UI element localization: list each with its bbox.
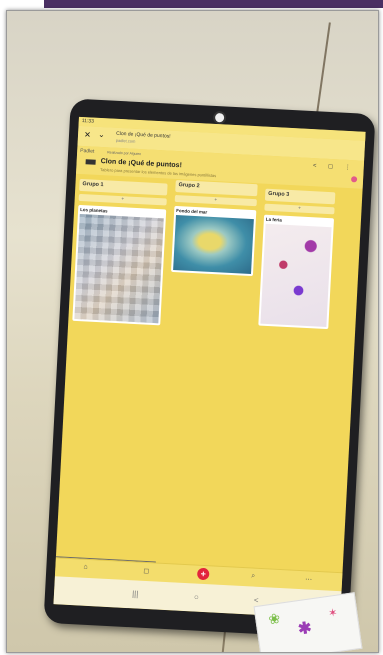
- recents-icon[interactable]: |||: [132, 589, 139, 598]
- comment-icon[interactable]: ◻: [143, 567, 149, 575]
- add-post-button[interactable]: +: [174, 194, 257, 207]
- post-card[interactable]: Los planetas: [72, 204, 167, 326]
- photo-frame: 11:33 ✕ ⌄ Clon de ¡Qué de puntos! padlet…: [6, 10, 379, 653]
- top-strip: [0, 0, 383, 9]
- add-post-button[interactable]: +: [78, 193, 167, 206]
- post-image: [173, 215, 254, 275]
- tablet-device: 11:33 ✕ ⌄ Clon de ¡Qué de puntos! padlet…: [43, 98, 376, 639]
- search-icon[interactable]: ⌕: [251, 572, 255, 580]
- pink-marks-icon: ✶: [327, 606, 339, 620]
- post-image: [260, 223, 332, 328]
- header-actions[interactable]: < ◻ ⋮: [313, 162, 356, 171]
- status-time: 11:33: [81, 117, 95, 125]
- post-image: [74, 214, 164, 324]
- back-icon[interactable]: <: [254, 596, 259, 605]
- post-card[interactable]: Fondo del mar: [171, 205, 257, 277]
- close-icon[interactable]: ✕: [84, 130, 91, 139]
- brand-label: Padlet: [80, 147, 95, 155]
- add-post-button[interactable]: +: [264, 203, 335, 215]
- camera-icon: [212, 110, 227, 125]
- column-grupo-2: Grupo 2 + Fondo del mar: [168, 179, 258, 324]
- more-icon[interactable]: ⋯: [305, 575, 312, 583]
- author-line: Realizado por Alguien: [107, 150, 142, 157]
- green-marks-icon: ❀: [267, 609, 282, 628]
- purple-header-band: [44, 0, 383, 8]
- page-description: Tablero para presentar los elementos de …: [100, 167, 217, 179]
- post-card[interactable]: La feria: [258, 214, 335, 330]
- add-post-fab[interactable]: +: [196, 567, 210, 581]
- chevron-down-icon[interactable]: ⌄: [98, 130, 105, 139]
- share-icon[interactable]: ⌂: [83, 564, 88, 571]
- column-header[interactable]: Grupo 3: [264, 188, 336, 205]
- home-icon[interactable]: ○: [194, 593, 199, 602]
- column-header[interactable]: Grupo 1: [79, 178, 168, 196]
- avatar[interactable]: [350, 176, 358, 183]
- column-grupo-3: Grupo 3 + La feria: [258, 188, 336, 332]
- tablet-screen: 11:33 ✕ ⌄ Clon de ¡Qué de puntos! padlet…: [53, 116, 366, 620]
- app-header-subtitle: padlet.com: [115, 137, 136, 144]
- padlet-logo-icon: [85, 159, 96, 165]
- column-grupo-1: Grupo 1 + Los planetas: [72, 178, 168, 326]
- purple-marks-icon: ✱: [297, 619, 313, 639]
